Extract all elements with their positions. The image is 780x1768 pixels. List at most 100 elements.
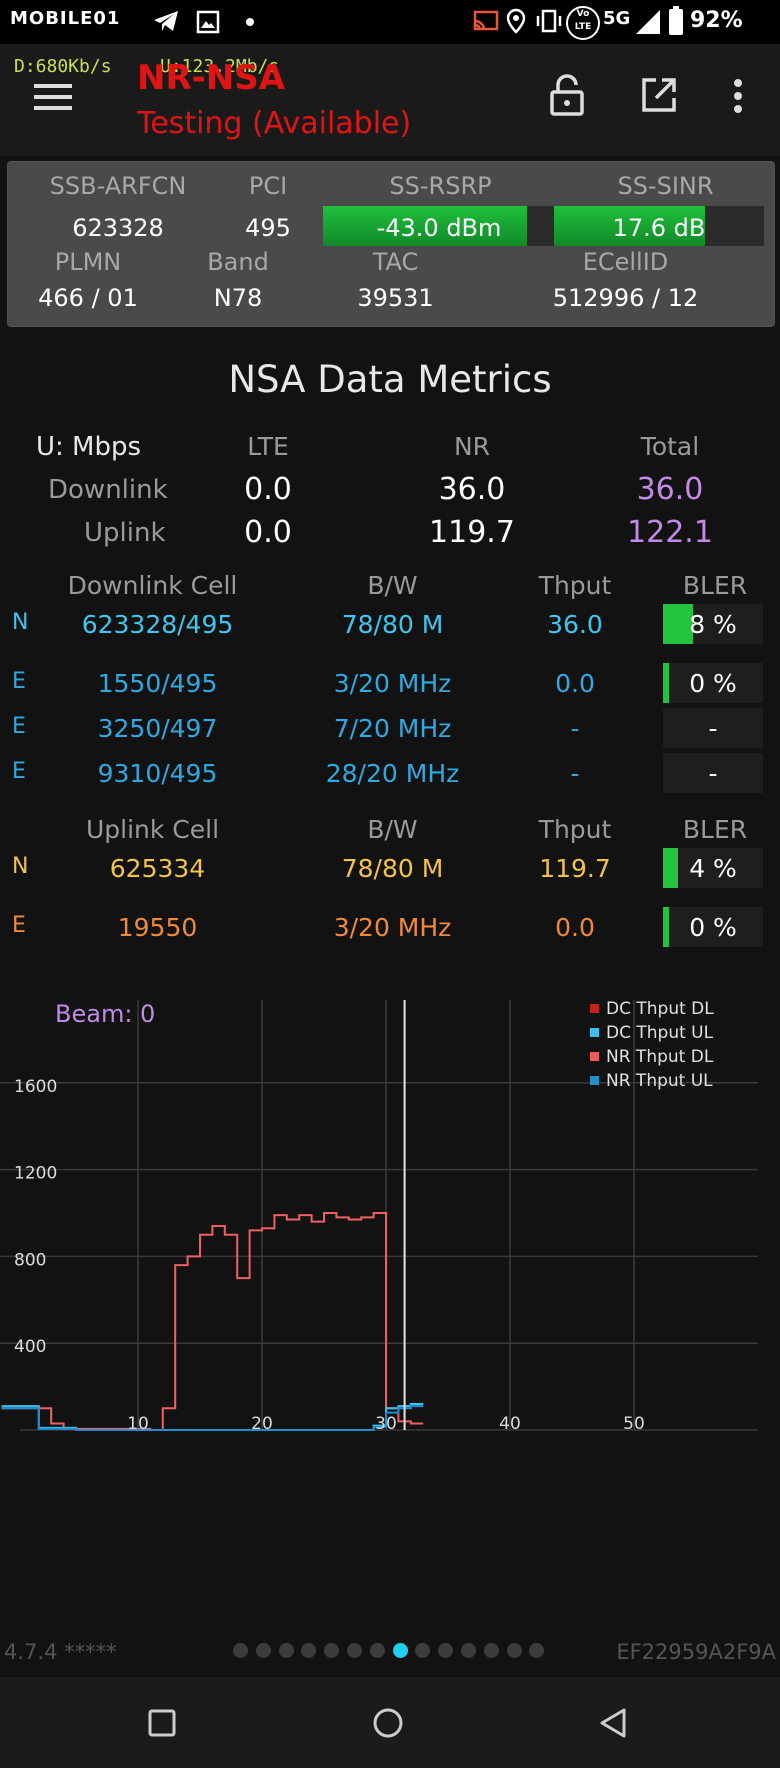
signal-icon	[636, 10, 660, 34]
ul-cell-row: N 625334 78/80 M 119.7 4 %	[0, 848, 780, 890]
dl-row-bler: 0 %	[689, 669, 737, 698]
throughput-chart[interactable]: 400 800 1200 1600 10 20 30 40 50 Beam: 0 DC Thpu…	[0, 990, 780, 1450]
page-dot[interactable]	[461, 1643, 476, 1658]
page-dot[interactable]	[483, 1643, 499, 1658]
status-subtitle: Testing (Available)	[137, 106, 412, 141]
page-dot[interactable]	[369, 1643, 385, 1658]
page-dot[interactable]	[301, 1643, 317, 1658]
dl-row-bler-bar: 0 %	[663, 663, 763, 703]
ul-row-bler: 0 %	[689, 913, 737, 942]
rsrp-bar: -43.0 dBm	[323, 206, 555, 246]
uplink-label: Uplink	[84, 518, 166, 548]
ul-row-tech: N	[12, 854, 29, 879]
ul-row-tech: E	[12, 913, 26, 938]
sinr-value: 17.6 dB	[612, 214, 706, 242]
open-external-icon[interactable]	[640, 76, 678, 114]
dl-cell-row: E 9310/495 28/20 MHz - -	[0, 753, 780, 795]
dl-row-thput: -	[570, 759, 580, 788]
legend-label: NR Thput DL	[606, 1047, 714, 1067]
page-dot[interactable]	[415, 1643, 431, 1658]
dl-row-tech: E	[12, 759, 26, 784]
location-icon	[506, 8, 526, 34]
uplink-total: 122.1	[627, 515, 713, 550]
circle-home-icon[interactable]	[372, 1707, 404, 1739]
ul-row-bler-bar: 4 %	[663, 848, 763, 888]
page-dot[interactable]	[233, 1643, 248, 1658]
mode-title: NR-NSA	[137, 58, 286, 98]
dl-cell-row: E 1550/495 3/20 MHz 0.0 0 %	[0, 663, 780, 705]
page-dot[interactable]	[255, 1643, 271, 1658]
series-line	[1, 1402, 424, 1431]
dl-row-bw: 78/80 M	[341, 610, 444, 639]
legend-swatch	[590, 1076, 599, 1085]
page-dot[interactable]	[347, 1643, 362, 1658]
square-recents-icon[interactable]	[148, 1709, 176, 1737]
x-tick-label: 10	[127, 1414, 149, 1434]
sinr-bar: 17.6 dB	[554, 206, 764, 246]
app-bar: D:680Kb/s U:123.2Mb/s NR-NSA Testing (Av…	[0, 44, 780, 156]
dl-row-bler: 8 %	[689, 610, 737, 639]
x-tick-label: 50	[623, 1414, 645, 1434]
ul-row-bw: 3/20 MHz	[333, 913, 452, 942]
ul-header-cell: Uplink Cell	[85, 815, 220, 844]
ssb-arfcn-value: 623328	[72, 214, 164, 242]
page-dot[interactable]	[506, 1643, 522, 1658]
gallery-icon	[196, 10, 220, 34]
plmn-value: 466 / 01	[38, 284, 138, 312]
page-dot[interactable]	[529, 1643, 545, 1658]
header-ss-sinr: SS-SINR	[617, 172, 714, 200]
carrier-logo: MOBILE01	[10, 8, 121, 29]
header-plmn: PLMN	[54, 248, 122, 276]
page-dot[interactable]	[392, 1643, 408, 1658]
legend-label: NR Thput UL	[606, 1071, 713, 1091]
y-tick-label: 1200	[14, 1164, 57, 1184]
header-pci: PCI	[248, 172, 288, 200]
downlink-lte: 0.0	[244, 472, 292, 507]
legend-label: DC Thput DL	[606, 999, 714, 1019]
band-value: N78	[213, 284, 263, 312]
lock-icon[interactable]	[549, 74, 585, 116]
header-ssb-arfcn: SSB-ARFCN	[49, 172, 187, 200]
dl-row-thput: -	[570, 714, 580, 743]
dot-icon	[246, 18, 254, 26]
navigation-bar	[0, 1677, 780, 1768]
dl-row-cell: 3250/497	[97, 714, 218, 743]
series-line	[1, 1405, 424, 1431]
battery-percent: 92%	[690, 8, 743, 33]
dl-header-thput: Thput	[538, 571, 612, 600]
battery-icon	[669, 6, 683, 35]
rsrp-value: -43.0 dBm	[376, 214, 502, 242]
legend-swatch	[590, 1028, 599, 1037]
ul-row-bler: 4 %	[689, 854, 737, 883]
page-dot[interactable]	[324, 1643, 340, 1658]
header-band: Band	[207, 248, 269, 276]
dl-row-cell: 1550/495	[97, 669, 218, 698]
download-rate: D:680Kb/s	[14, 56, 112, 77]
dl-row-cell: 623328/495	[81, 610, 234, 639]
menu-icon[interactable]	[34, 82, 72, 112]
dl-cell-row: N 623328/495 78/80 M 36.0 8 %	[0, 604, 780, 646]
dl-header-bw: B/W	[367, 571, 418, 600]
ul-row-cell: 19550	[117, 913, 198, 942]
y-tick-label: 1600	[14, 1077, 57, 1097]
x-tick-label: 30	[375, 1414, 397, 1434]
cast-icon	[473, 10, 499, 31]
triangle-back-icon[interactable]	[598, 1707, 628, 1739]
dl-row-bler-bar: -	[663, 708, 763, 748]
y-tick-label: 800	[14, 1250, 46, 1270]
beam-annotation: Beam: 0	[55, 1000, 155, 1028]
col-total: Total	[640, 432, 700, 461]
dl-row-bler: -	[708, 714, 718, 743]
downlink-label: Downlink	[48, 475, 168, 505]
overflow-menu-icon[interactable]	[732, 78, 744, 114]
dl-row-bler-bar: -	[663, 753, 763, 793]
col-nr: NR	[453, 432, 491, 461]
dl-row-bw: 7/20 MHz	[333, 714, 452, 743]
ul-row-bler-bar: 0 %	[663, 907, 763, 947]
cell-info-panel: SSB-ARFCN PCI SS-RSRP SS-SINR 623328 495…	[7, 161, 775, 327]
dl-row-thput: 36.0	[547, 610, 603, 639]
page-dot[interactable]	[438, 1643, 454, 1658]
page-dot[interactable]	[278, 1643, 294, 1658]
dl-row-bw: 3/20 MHz	[333, 669, 452, 698]
dl-row-tech: E	[12, 669, 26, 694]
